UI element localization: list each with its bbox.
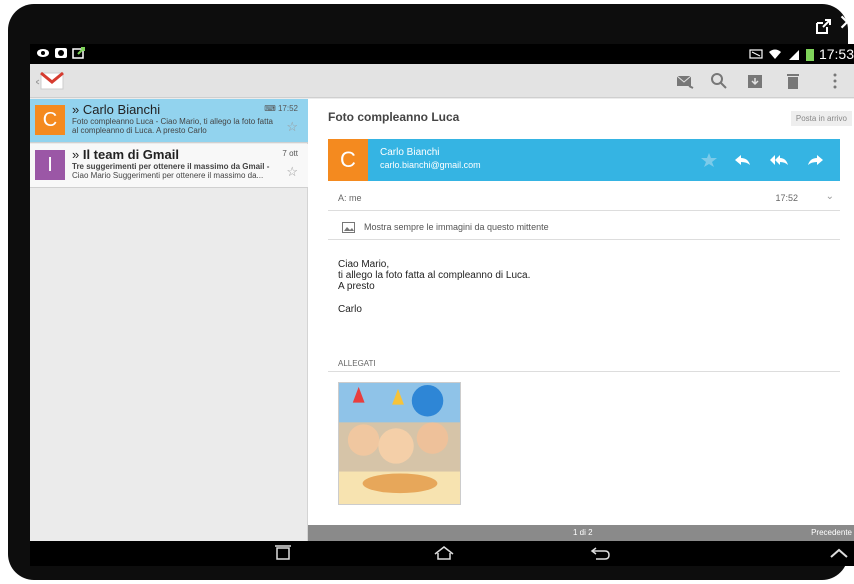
- divider: [328, 371, 840, 372]
- show-images-link[interactable]: Mostra sempre le immagini da questo mitt…: [364, 222, 549, 232]
- signature: Carlo: [338, 304, 362, 315]
- subject-line: Tre suggerimenti per ottenere il massimo…: [72, 162, 270, 171]
- chevron-up-icon[interactable]: [828, 545, 850, 561]
- avatar: I: [35, 150, 65, 180]
- sender-email: carlo.bianchi@gmail.com: [380, 160, 481, 170]
- mute-icon: [749, 49, 763, 59]
- clock: 17:53: [818, 46, 854, 62]
- battery-icon: [805, 49, 814, 61]
- signal-icon: [788, 50, 799, 60]
- avatar: C: [35, 105, 65, 135]
- list-item[interactable]: C » Carlo Bianchi ⌨ 17:52 Foto compleann…: [30, 99, 308, 143]
- forward-icon[interactable]: [806, 152, 824, 168]
- label-icon: ⌨: [264, 104, 278, 113]
- reply-all-icon[interactable]: [770, 152, 788, 168]
- list-item[interactable]: I » Il team di Gmail 7 ott Tre suggerime…: [30, 144, 308, 188]
- chevron-down-icon[interactable]: ⌄: [826, 191, 834, 202]
- sender-name: » Carlo Bianchi: [72, 102, 161, 117]
- timestamp: ⌨ 17:52: [264, 104, 298, 113]
- sender-name: Carlo Bianchi: [380, 147, 440, 158]
- message-body: Ciao Mario, ti allego la foto fatta al c…: [338, 259, 530, 292]
- wifi-icon: [768, 49, 781, 59]
- archive-icon[interactable]: [746, 72, 764, 90]
- gmail-logo-icon[interactable]: [36, 70, 64, 92]
- timestamp: 7 ott: [282, 149, 298, 158]
- home-icon[interactable]: [433, 545, 455, 561]
- previous-button[interactable]: Precedente: [811, 528, 852, 537]
- device-frame: ✕ 17:53 C » Carlo Bianchi ⌨ 17:52 Foto c…: [8, 4, 854, 580]
- avatar: C: [328, 139, 368, 181]
- attachments-label: ALLEGATI: [338, 359, 376, 368]
- status-bar: 17:53: [30, 44, 854, 64]
- label-badge[interactable]: Posta in arrivo: [790, 111, 852, 126]
- sync-icon: [55, 48, 67, 58]
- device-screen: 17:53 C » Carlo Bianchi ⌨ 17:52 Foto com…: [30, 44, 854, 566]
- show-images-row[interactable]: Mostra sempre le immagini da questo mitt…: [328, 216, 840, 240]
- overflow-menu-icon[interactable]: [826, 72, 844, 90]
- star-icon[interactable]: ☆: [286, 164, 298, 180]
- page-counter: 1 di 2: [573, 528, 593, 537]
- attachment-thumbnail[interactable]: [338, 382, 461, 505]
- snippet: Tre suggerimenti per ottenere il massimo…: [72, 162, 276, 180]
- sender-header: C Carlo Bianchi carlo.bianchi@gmail.com: [328, 139, 840, 181]
- conversation-list: C » Carlo Bianchi ⌨ 17:52 Foto compleann…: [30, 99, 308, 541]
- eye-icon: [37, 49, 49, 57]
- recent-apps-icon[interactable]: [272, 545, 294, 561]
- back-icon[interactable]: [590, 545, 612, 561]
- sender-name: » Il team di Gmail: [72, 147, 179, 162]
- action-bar: [30, 64, 854, 98]
- navigation-bar: [30, 541, 854, 566]
- reply-icon[interactable]: [734, 152, 752, 168]
- importance-marker: »: [72, 147, 83, 162]
- star-icon[interactable]: [700, 152, 718, 168]
- pager-bar: 1 di 2 Precedente: [308, 525, 854, 541]
- body-line: Ciao Mario,: [338, 259, 390, 270]
- mail-icon[interactable]: [676, 72, 694, 90]
- message-subject: Foto compleanno Luca: [328, 110, 460, 124]
- search-icon[interactable]: [710, 72, 728, 90]
- upload-icon: [72, 47, 85, 59]
- image-icon: [342, 222, 355, 233]
- popout-icon[interactable]: [814, 18, 832, 39]
- importance-marker: »: [72, 102, 83, 117]
- message-time: 17:52: [775, 193, 798, 203]
- body-line: A presto: [338, 281, 375, 292]
- trash-icon[interactable]: [784, 72, 802, 90]
- close-icon[interactable]: ✕: [838, 12, 854, 34]
- recipients: A: me: [338, 193, 362, 203]
- message-pane: Foto compleanno Luca Posta in arrivo C C…: [308, 99, 854, 541]
- star-icon[interactable]: ☆: [286, 119, 298, 135]
- body-line: ti allego la foto fatta al compleanno di…: [338, 270, 531, 281]
- snippet: Foto compleanno Luca - Ciao Mario, ti al…: [72, 117, 273, 135]
- snippet-text: Ciao Mario Suggerimenti per ottenere il …: [72, 171, 264, 180]
- recipients-row[interactable]: A: me 17:52 ⌄: [328, 189, 840, 211]
